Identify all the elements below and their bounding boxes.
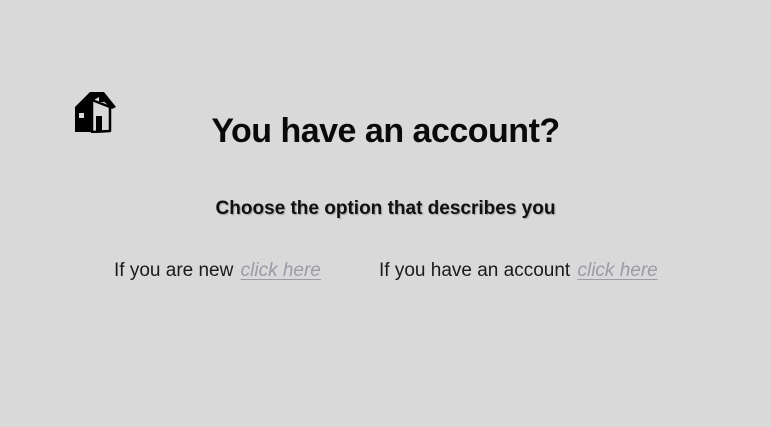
new-user-click-here-link[interactable]: click here bbox=[241, 260, 321, 281]
new-user-text: If you are new bbox=[114, 260, 234, 281]
page-title: You have an account? bbox=[211, 112, 560, 150]
existing-user-option: If you have an account click here bbox=[379, 260, 658, 282]
page-subtitle: Choose the option that describes you bbox=[215, 198, 556, 219]
new-user-option: If you are new click here bbox=[114, 260, 321, 282]
options-row: If you are new click here If you have an… bbox=[0, 260, 771, 290]
existing-user-text: If you have an account bbox=[379, 260, 571, 281]
existing-user-click-here-link[interactable]: click here bbox=[577, 260, 657, 281]
